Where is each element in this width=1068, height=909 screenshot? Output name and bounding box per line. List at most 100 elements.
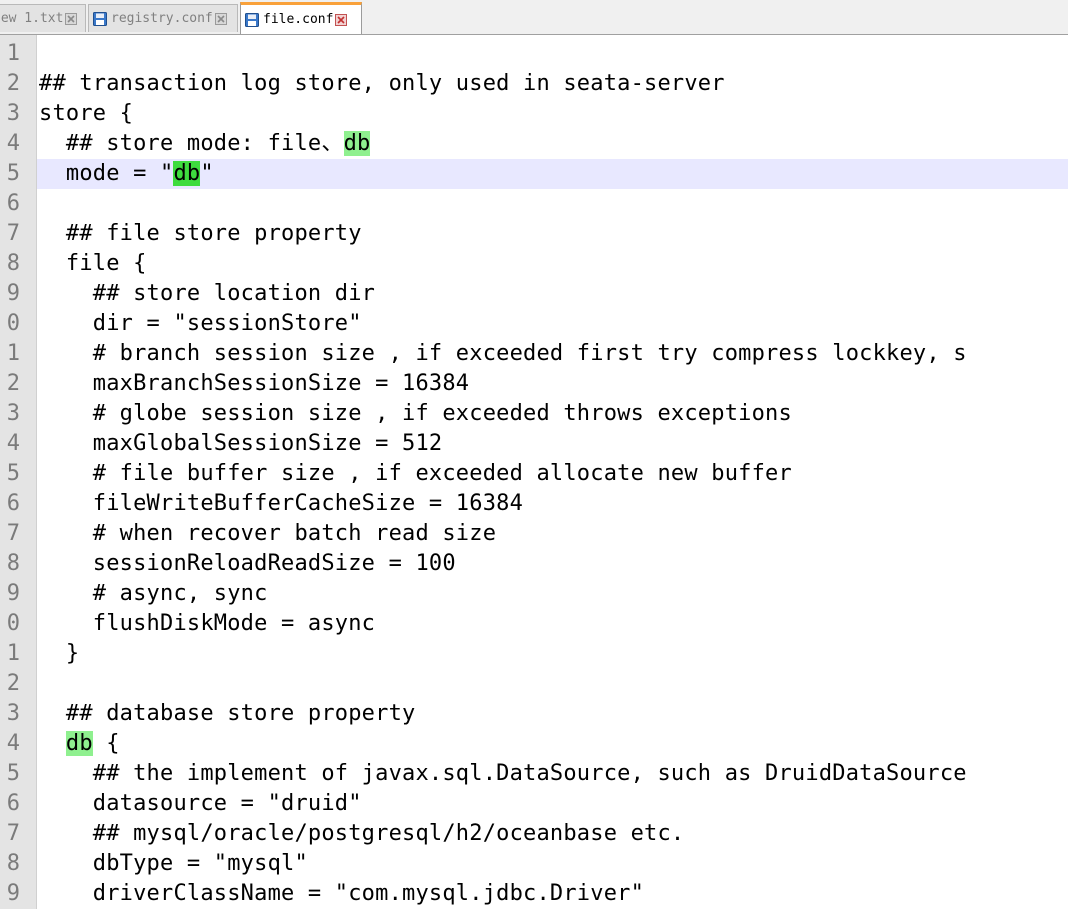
code-line[interactable]: ## mysql/oracle/postgresql/h2/oceanbase …	[37, 819, 1068, 849]
line-number-text: 9	[6, 281, 20, 306]
line-number-text: 6	[6, 191, 20, 216]
line-number: 7	[0, 819, 36, 849]
code-line[interactable]: ## database store property	[37, 699, 1068, 729]
line-number: 9	[0, 579, 36, 609]
close-icon[interactable]	[65, 12, 78, 25]
line-number: 6	[0, 189, 36, 219]
tab-label: file.conf	[263, 12, 334, 27]
word-highlight: db	[173, 161, 201, 186]
code-text: ## transaction log store, only used in s…	[39, 71, 725, 96]
line-number-text: 4	[6, 731, 20, 756]
line-number-text: 7	[6, 821, 20, 846]
word-highlight: db	[343, 131, 371, 156]
code-text: ## store mode: file、db	[39, 131, 371, 156]
line-number-text: 6	[6, 791, 20, 816]
code-line[interactable]	[37, 189, 1068, 219]
code-text: dbType = "mysql"	[39, 851, 308, 876]
code-line[interactable]: # globe session size , if exceeded throw…	[37, 399, 1068, 429]
code-text: ## the implement of javax.sql.DataSource…	[39, 761, 967, 786]
code-text: # when recover batch read size	[39, 521, 497, 546]
line-number: 8	[0, 249, 36, 279]
code-line[interactable]: maxGlobalSessionSize = 512	[37, 429, 1068, 459]
code-text: file {	[39, 251, 147, 276]
line-number: 7	[0, 219, 36, 249]
close-icon[interactable]	[335, 13, 348, 26]
code-line[interactable]: file {	[37, 249, 1068, 279]
code-text: driverClassName = "com.mysql.jdbc.Driver…	[39, 881, 645, 906]
line-number-text: 5	[6, 161, 20, 186]
code-text: flushDiskMode = async	[39, 611, 376, 636]
code-text: maxGlobalSessionSize = 512	[39, 431, 443, 456]
code-text: store {	[39, 101, 134, 126]
code-line[interactable]: ## store mode: file、db	[37, 129, 1068, 159]
line-number: 4	[0, 129, 36, 159]
code-line[interactable]: dbType = "mysql"	[37, 849, 1068, 879]
code-line[interactable]: ## store location dir	[37, 279, 1068, 309]
code-line[interactable]	[37, 669, 1068, 699]
code-text: }	[39, 641, 80, 666]
code-text: ## file store property	[39, 221, 362, 246]
code-line[interactable]: datasource = "druid"	[37, 789, 1068, 819]
line-number-text: 1	[6, 41, 20, 66]
tab-registry-conf[interactable]: registry.conf	[88, 4, 238, 32]
code-text: ## mysql/oracle/postgresql/h2/oceanbase …	[39, 821, 685, 846]
code-text: # async, sync	[39, 581, 268, 606]
code-line[interactable]: }	[37, 639, 1068, 669]
code-line[interactable]: # async, sync	[37, 579, 1068, 609]
line-number: 5	[0, 159, 36, 189]
code-line[interactable]: # branch session size , if exceeded firs…	[37, 339, 1068, 369]
line-number: 2	[0, 369, 36, 399]
close-icon[interactable]	[214, 12, 227, 25]
line-number-text: 7	[6, 521, 20, 546]
code-text: datasource = "druid"	[39, 791, 362, 816]
line-number: 8	[0, 549, 36, 579]
code-editor[interactable]: ## transaction log store, only used in s…	[37, 35, 1068, 909]
code-text: # globe session size , if exceeded throw…	[39, 401, 792, 426]
code-line[interactable]: maxBranchSessionSize = 16384	[37, 369, 1068, 399]
line-number-text: 2	[6, 71, 20, 96]
line-number-text: 5	[6, 461, 20, 486]
code-line[interactable]: ## file store property	[37, 219, 1068, 249]
code-line[interactable]: store {	[37, 99, 1068, 129]
code-line[interactable]: # file buffer size , if exceeded allocat…	[37, 459, 1068, 489]
line-number: 9	[0, 279, 36, 309]
line-number-text: 4	[6, 131, 20, 156]
line-number: 0	[0, 609, 36, 639]
code-text: db {	[65, 731, 120, 756]
code-text: maxBranchSessionSize = 16384	[39, 371, 470, 396]
line-number-gutter: 1 2 3 4 5 6 7 8 9 0 1 2 3 4 5 6 7 8 9 0 1 2 3 4 5 6 7 8 9	[0, 35, 37, 909]
line-number-text: 7	[6, 221, 20, 246]
code-line[interactable]: driverClassName = "com.mysql.jdbc.Driver…	[37, 879, 1068, 909]
code-line[interactable]: flushDiskMode = async	[37, 609, 1068, 639]
line-number-text: 8	[6, 851, 20, 876]
code-line[interactable]: sessionReloadReadSize = 100	[37, 549, 1068, 579]
line-number-text: 3	[6, 701, 20, 726]
code-text: sessionReloadReadSize = 100	[39, 551, 456, 576]
line-number-text: 8	[6, 251, 20, 276]
code-line[interactable]: # when recover batch read size	[37, 519, 1068, 549]
line-number: 8	[0, 849, 36, 879]
tab-bar: new 1.txt registry.conf file.conf	[0, 0, 1068, 35]
code-line[interactable]: dir = "sessionStore"	[37, 309, 1068, 339]
code-text: ## database store property	[39, 701, 416, 726]
line-number-text: 4	[6, 431, 20, 456]
code-line[interactable]	[37, 39, 1068, 69]
line-number: 0	[0, 309, 36, 339]
line-number-text: 6	[6, 491, 20, 516]
code-line[interactable]: ## the implement of javax.sql.DataSource…	[37, 759, 1068, 789]
tab-file-conf[interactable]: file.conf	[240, 2, 362, 34]
line-number-text: 0	[6, 611, 20, 636]
tab-new-1[interactable]: new 1.txt	[0, 4, 86, 32]
code-text: ## store location dir	[39, 281, 376, 306]
code-line[interactable]: db {	[37, 729, 1068, 759]
tab-label: registry.conf	[111, 11, 213, 26]
line-number-text: 5	[6, 761, 20, 786]
code-line[interactable]: ## transaction log store, only used in s…	[37, 69, 1068, 99]
word-highlight: db	[65, 731, 93, 756]
code-line[interactable]: fileWriteBufferCacheSize = 16384	[37, 489, 1068, 519]
line-number: 2	[0, 669, 36, 699]
save-disk-icon	[93, 11, 107, 26]
line-number-text: 2	[6, 671, 20, 696]
line-number: 5	[0, 459, 36, 489]
code-line[interactable]: mode = "db"	[37, 159, 1068, 189]
